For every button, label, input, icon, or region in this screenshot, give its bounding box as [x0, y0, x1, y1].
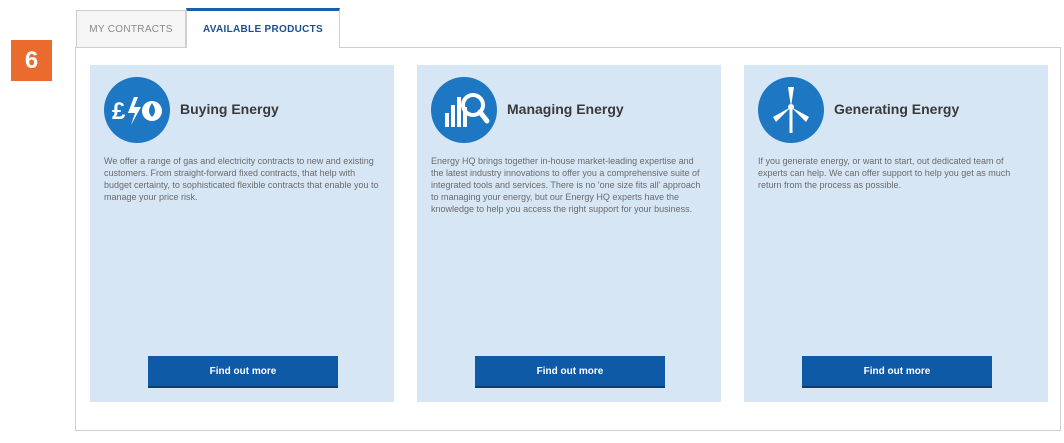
tab-available-products[interactable]: AVAILABLE PRODUCTS: [186, 8, 340, 48]
wind-turbine-icon: [758, 77, 824, 143]
card-generating-energy: Generating Energy If you generate energy…: [744, 65, 1048, 402]
chart-magnifier-icon: [431, 77, 497, 143]
step-badge: 6: [11, 40, 52, 81]
find-out-more-button[interactable]: Find out more: [475, 356, 665, 386]
find-out-more-button[interactable]: Find out more: [802, 356, 992, 386]
card-description: If you generate energy, or want to start…: [758, 156, 1011, 190]
card-buying-energy: £ Buying Energy We offer a range of gas …: [90, 65, 394, 402]
products-panel: £ Buying Energy We offer a range of gas …: [75, 47, 1061, 431]
card-title: Buying Energy: [180, 101, 279, 117]
svg-text:£: £: [112, 98, 126, 125]
tab-bar: MY CONTRACTS AVAILABLE PRODUCTS: [76, 8, 340, 48]
tab-my-contracts[interactable]: MY CONTRACTS: [76, 10, 186, 48]
card-title: Generating Energy: [834, 101, 960, 117]
currency-energy-icon: £: [104, 77, 170, 143]
card-managing-energy: Managing Energy Energy HQ brings togethe…: [417, 65, 721, 402]
card-description: Energy HQ brings together in-house marke…: [431, 156, 701, 214]
card-title: Managing Energy: [507, 101, 624, 117]
card-description: We offer a range of gas and electricity …: [104, 156, 379, 202]
find-out-more-button[interactable]: Find out more: [148, 356, 338, 386]
